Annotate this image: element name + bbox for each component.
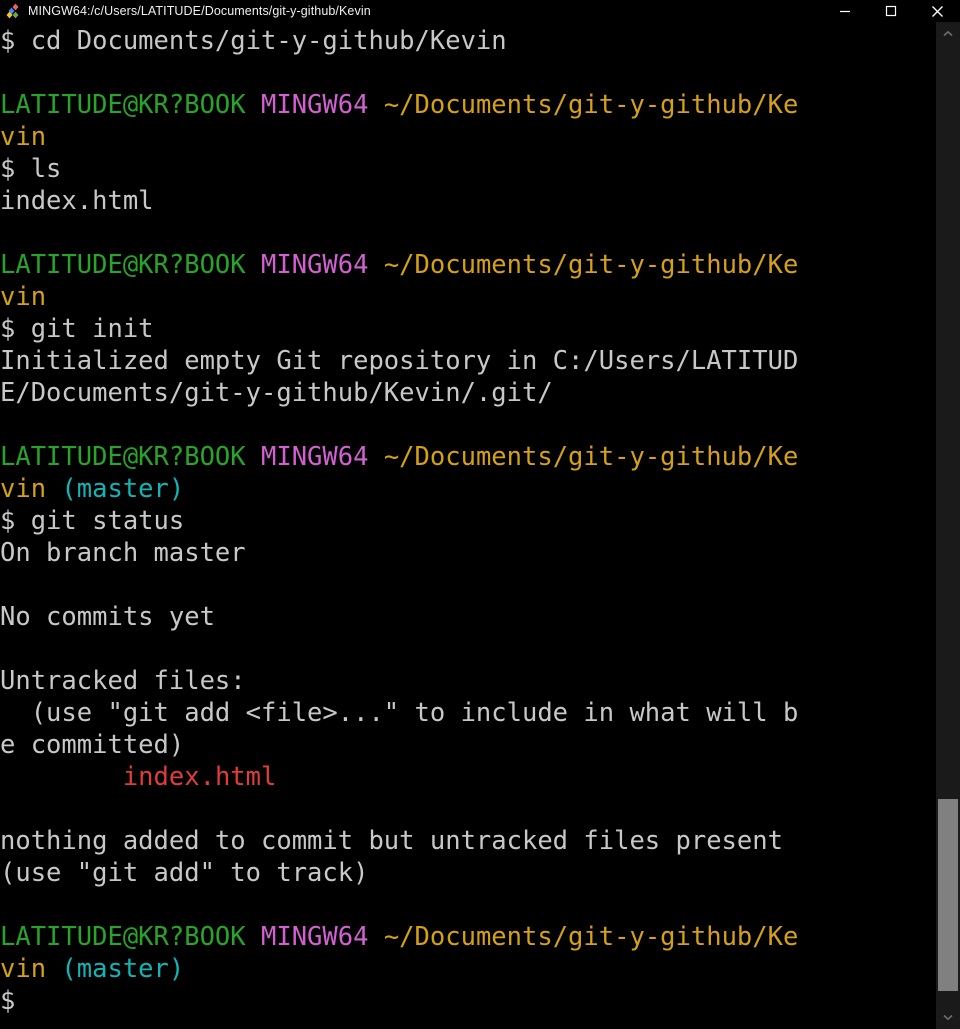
terminal-text-default: (use "git add <file>..." to include in w…	[0, 698, 799, 728]
terminal-text-default: $ cd Documents/git-y-github/Kevin	[0, 26, 507, 56]
terminal-area: $ cd Documents/git-y-github/Kevin LATITU…	[0, 22, 960, 1029]
terminal-text-yellow: vin	[0, 954, 47, 984]
terminal-text-magenta: MINGW64	[261, 922, 369, 952]
terminal-line: $	[0, 985, 936, 1017]
terminal-text-default: $ git init	[0, 314, 154, 344]
terminal-text-yellow: ~/Documents/git-y-github/Ke	[383, 922, 799, 952]
terminal-line: vin (master)	[0, 473, 936, 505]
terminal-line: LATITUDE@KR?BOOK MINGW64 ~/Documents/git…	[0, 921, 936, 953]
scrollbar-thumb[interactable]	[938, 798, 958, 991]
git-bash-diamond-icon	[4, 3, 22, 19]
terminal-text-default: No commits yet	[0, 602, 215, 632]
scrollbar-track[interactable]	[936, 46, 960, 1005]
terminal-line: On branch master	[0, 537, 936, 569]
terminal-line: LATITUDE@KR?BOOK MINGW64 ~/Documents/git…	[0, 441, 936, 473]
terminal-text-default: $ ls	[0, 154, 62, 184]
terminal-text-default	[46, 954, 61, 984]
terminal-line: nothing added to commit but untracked fi…	[0, 825, 936, 857]
minimize-button[interactable]	[822, 0, 868, 22]
terminal-text-magenta: MINGW64	[261, 90, 369, 120]
terminal-text-default: Untracked files:	[0, 666, 246, 696]
close-button[interactable]	[914, 0, 960, 22]
terminal-line: (use "git add <file>..." to include in w…	[0, 697, 936, 729]
window-controls	[822, 0, 960, 22]
terminal-line: e committed)	[0, 729, 936, 761]
terminal-text-magenta: MINGW64	[261, 442, 369, 472]
terminal-line: LATITUDE@KR?BOOK MINGW64 ~/Documents/git…	[0, 89, 936, 121]
terminal-text-yellow: ~/Documents/git-y-github/Ke	[383, 90, 799, 120]
terminal-line: Untracked files:	[0, 665, 936, 697]
terminal-text-red: index.html	[122, 762, 277, 792]
terminal-line: $ cd Documents/git-y-github/Kevin	[0, 25, 936, 57]
terminal-text-default: E/Documents/git-y-github/Kevin/.git/	[0, 378, 553, 408]
terminal-window: MINGW64:/c/Users/LATITUDE/Documents/git-…	[0, 0, 960, 1029]
terminal-text-default	[246, 90, 261, 120]
terminal-text-default	[0, 762, 123, 792]
terminal-text-yellow: vin	[0, 282, 47, 312]
terminal-line: No commits yet	[0, 601, 936, 633]
terminal-line: (use "git add" to track)	[0, 857, 936, 889]
terminal-text-cyan: (master)	[61, 954, 185, 984]
terminal-line: E/Documents/git-y-github/Kevin/.git/	[0, 377, 936, 409]
terminal-text-default	[246, 250, 261, 280]
terminal-line: LATITUDE@KR?BOOK MINGW64 ~/Documents/git…	[0, 249, 936, 281]
terminal-output: $ cd Documents/git-y-github/Kevin LATITU…	[0, 22, 936, 1017]
terminal-text-default: $	[0, 986, 31, 1016]
terminal-text-yellow: vin	[0, 474, 47, 504]
terminal-line: vin (master)	[0, 953, 936, 985]
terminal-text-green: LATITUDE@KR?BOOK	[0, 90, 246, 120]
terminal-text-yellow: ~/Documents/git-y-github/Ke	[383, 442, 799, 472]
scroll-down-button[interactable]	[936, 1005, 960, 1029]
terminal-text-yellow: ~/Documents/git-y-github/Ke	[383, 250, 799, 280]
terminal-line: index.html	[0, 185, 936, 217]
terminal-text-cyan: (master)	[61, 474, 185, 504]
terminal-text-default	[368, 90, 383, 120]
terminal-text-green: LATITUDE@KR?BOOK	[0, 922, 246, 952]
scroll-up-button[interactable]	[936, 22, 960, 46]
terminal-screen[interactable]: $ cd Documents/git-y-github/Kevin LATITU…	[0, 22, 936, 1029]
scrollbar[interactable]	[936, 22, 960, 1029]
terminal-text-default	[46, 474, 61, 504]
terminal-text-default	[246, 442, 261, 472]
terminal-text-default: On branch master	[0, 538, 246, 568]
terminal-line: Initialized empty Git repository in C:/U…	[0, 345, 936, 377]
window-title: MINGW64:/c/Users/LATITUDE/Documents/git-…	[28, 4, 371, 18]
terminal-line: $ git init	[0, 313, 936, 345]
terminal-text-default	[368, 442, 383, 472]
terminal-text-default	[368, 250, 383, 280]
terminal-text-default: $ git status	[0, 506, 185, 536]
terminal-text-default: index.html	[0, 186, 154, 216]
terminal-text-default	[368, 922, 383, 952]
terminal-line: vin	[0, 121, 936, 153]
terminal-text-default: nothing added to commit but untracked fi…	[0, 826, 783, 856]
terminal-line: $ git status	[0, 505, 936, 537]
terminal-text-yellow: vin	[0, 122, 47, 152]
terminal-line: $ ls	[0, 153, 936, 185]
terminal-text-default: e committed)	[0, 730, 185, 760]
terminal-text-green: LATITUDE@KR?BOOK	[0, 250, 246, 280]
terminal-text-default	[246, 922, 261, 952]
maximize-button[interactable]	[868, 0, 914, 22]
terminal-text-default: (use "git add" to track)	[0, 858, 369, 888]
terminal-line: vin	[0, 281, 936, 313]
terminal-line: index.html	[0, 761, 936, 793]
terminal-text-default: Initialized empty Git repository in C:/U…	[0, 346, 799, 376]
terminal-text-magenta: MINGW64	[261, 250, 369, 280]
title-bar[interactable]: MINGW64:/c/Users/LATITUDE/Documents/git-…	[0, 0, 960, 22]
terminal-text-green: LATITUDE@KR?BOOK	[0, 442, 246, 472]
